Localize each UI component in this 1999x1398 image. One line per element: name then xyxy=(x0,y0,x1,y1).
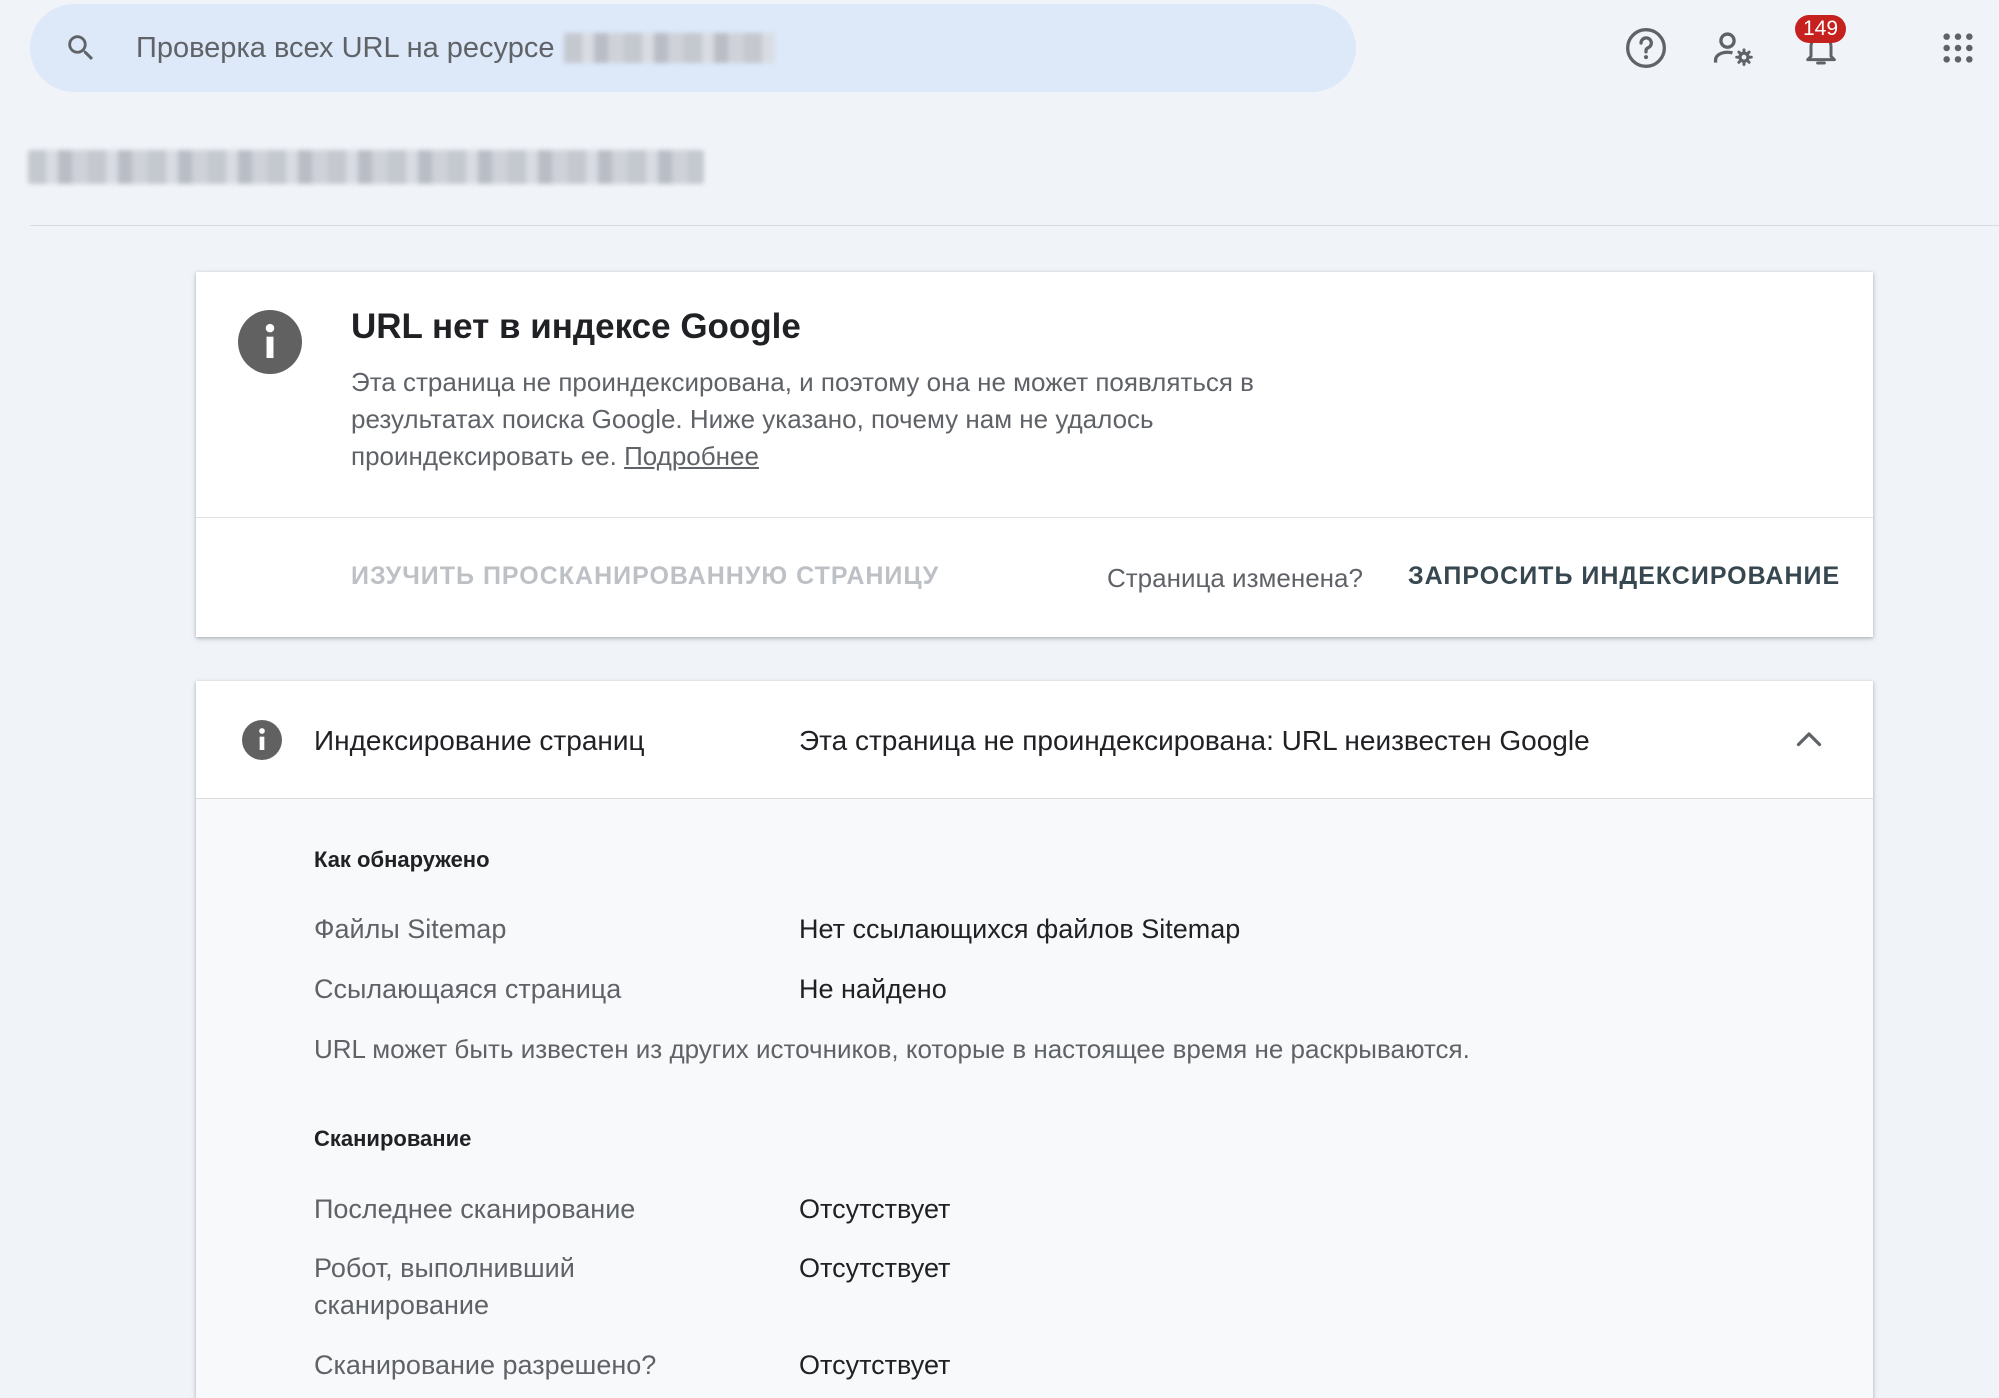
card-divider xyxy=(196,517,1873,518)
redacted-property xyxy=(564,33,775,63)
crawled-as-value: Отсутствует xyxy=(799,1253,951,1283)
crawled-as-label: Робот, выполнивший сканирование xyxy=(314,1253,575,1320)
admin-icon xyxy=(1713,32,1753,66)
apps-icon xyxy=(1943,33,1973,63)
page-changed-label: Страница изменена? xyxy=(1107,563,1363,593)
page-indexing-label: Индексирование страниц xyxy=(314,725,645,756)
crawl-allowed-label: Сканирование разрешено? xyxy=(314,1350,657,1380)
referring-page-label: Ссылающаяся страница xyxy=(314,974,622,1004)
page-indexing-status: Эта страница не проиндексирована: URL не… xyxy=(799,725,1590,756)
last-crawl-label: Последнее сканирование xyxy=(314,1194,636,1224)
status-description: Эта страница не проиндексирована, и поэт… xyxy=(351,364,1351,475)
info-icon xyxy=(242,720,282,760)
info-icon xyxy=(238,310,302,374)
sitemaps-value: Нет ссылающихся файлов Sitemap xyxy=(799,914,1241,944)
notifications-badge: 149 xyxy=(1795,15,1847,43)
view-crawled-page-button[interactable]: ИЗУЧИТЬ ПРОСКАНИРОВАННУЮ СТРАНИЦУ xyxy=(351,562,939,591)
last-crawl-value: Отсутствует xyxy=(799,1194,951,1224)
page-indexing-header[interactable]: Индексирование страниц Эта страница не п… xyxy=(196,681,1873,799)
redacted-inspected-url xyxy=(28,150,704,184)
sitemaps-label: Файлы Sitemap xyxy=(314,914,507,944)
discovery-heading: Как обнаружено xyxy=(314,847,490,872)
url-inspection-search[interactable]: Проверка всех URL на ресурсе xyxy=(30,4,1356,92)
search-input[interactable]: Проверка всех URL на ресурсе xyxy=(136,32,554,65)
learn-more-link[interactable]: Подробнее xyxy=(624,441,759,471)
admin-settings-button[interactable] xyxy=(1709,24,1757,72)
header-divider xyxy=(30,225,1999,226)
help-button[interactable] xyxy=(1622,24,1670,72)
status-title: URL нет в индексе Google xyxy=(351,307,801,346)
crawl-allowed-value: Отсутствует xyxy=(799,1350,951,1380)
index-status-card: URL нет в индексе Google Эта страница не… xyxy=(196,272,1873,637)
chevron-up-icon[interactable] xyxy=(1791,722,1827,758)
discovery-note: URL может быть известен из других источн… xyxy=(314,1034,1470,1064)
search-icon[interactable] xyxy=(64,31,98,65)
help-icon xyxy=(1626,28,1666,68)
page-indexing-card: Индексирование страниц Эта страница не п… xyxy=(196,681,1873,1398)
referring-page-value: Не найдено xyxy=(799,974,947,1004)
apps-button[interactable] xyxy=(1934,24,1982,72)
crawl-heading: Сканирование xyxy=(314,1126,472,1151)
status-description-text: Эта страница не проиндексирована, и поэт… xyxy=(351,367,1254,471)
request-indexing-button[interactable]: ЗАПРОСИТЬ ИНДЕКСИРОВАНИЕ xyxy=(1408,562,1840,591)
